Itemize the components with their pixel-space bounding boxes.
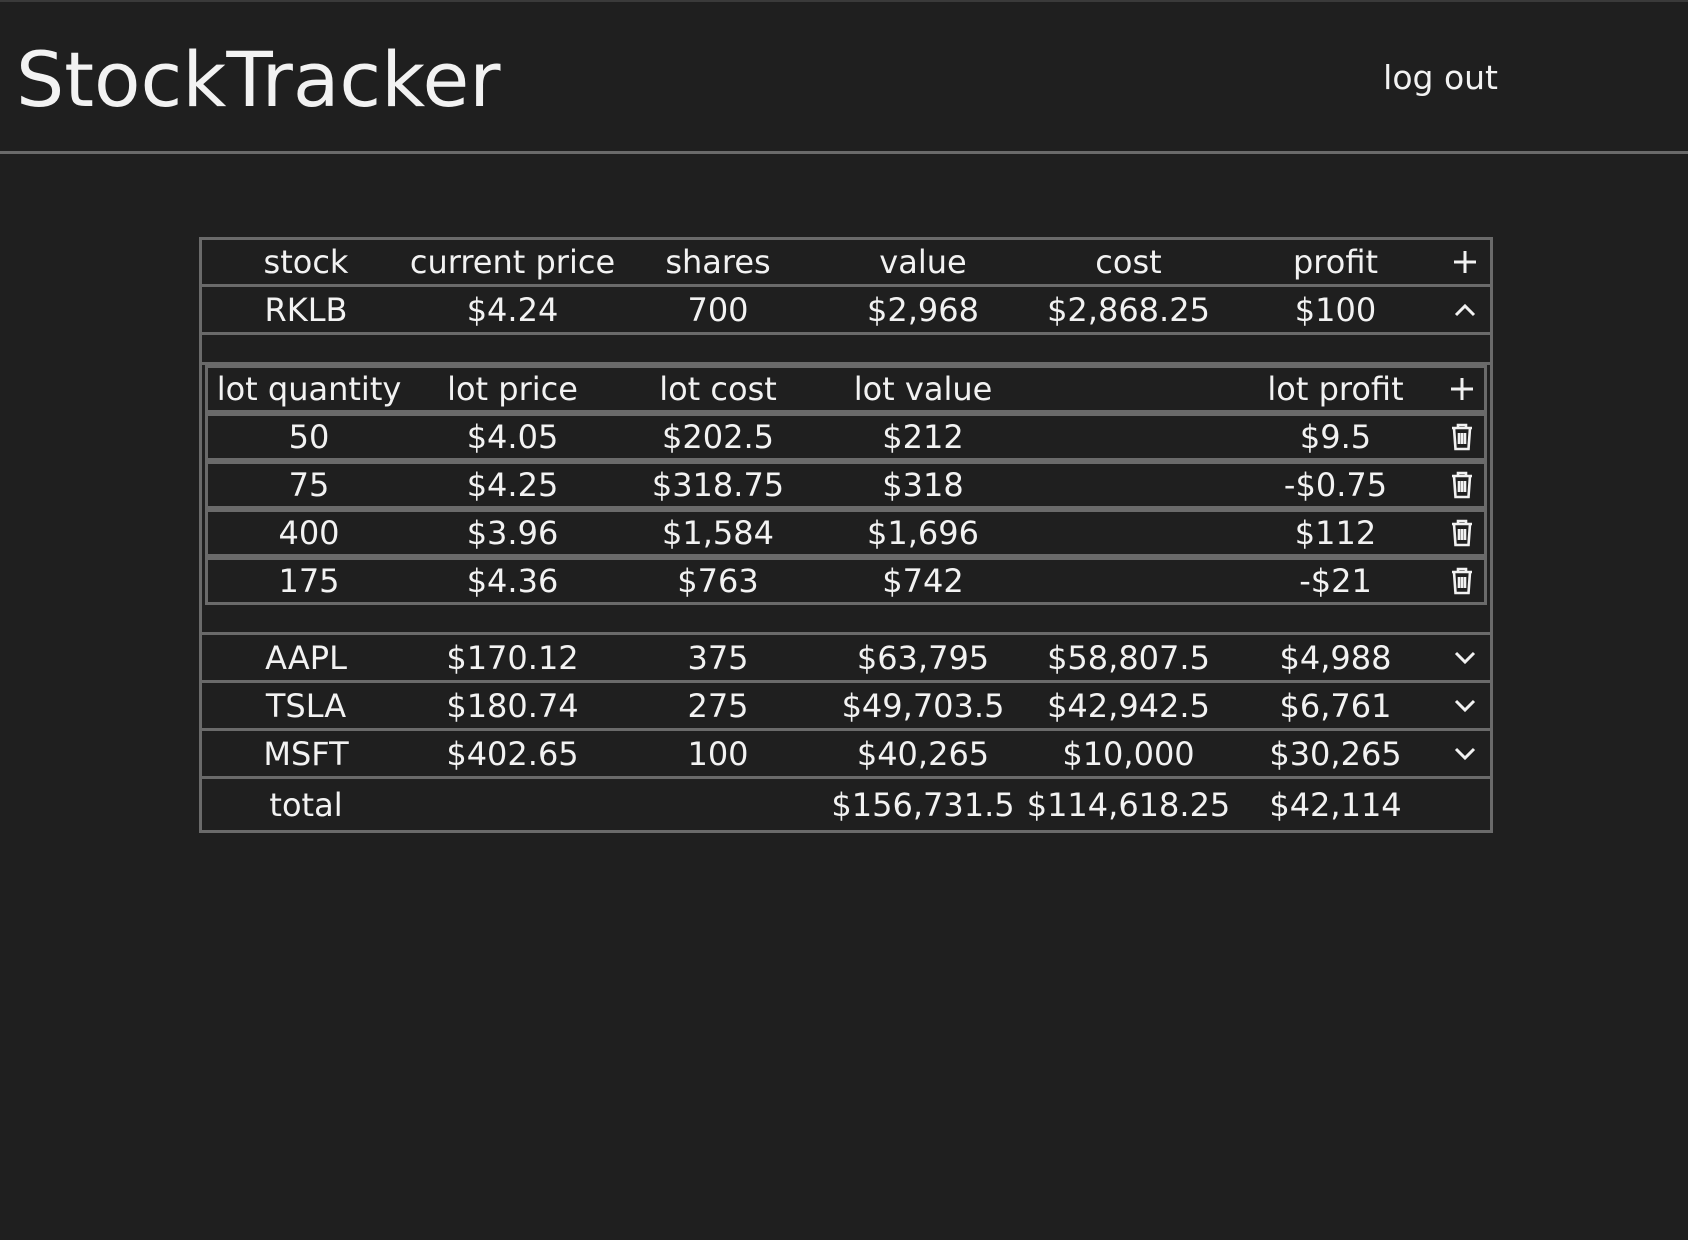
lot-profit: $112 <box>1294 514 1377 552</box>
lot-row: 175 $4.36 $763 $742 -$21 <box>205 557 1487 605</box>
plus-icon[interactable] <box>1439 368 1484 410</box>
plus-icon[interactable] <box>1439 240 1490 284</box>
stock-symbol: TSLA <box>265 686 347 725</box>
header-stock: stock <box>263 243 349 281</box>
lot-profit: $9.5 <box>1299 418 1372 456</box>
stock-price: $4.24 <box>466 290 559 329</box>
lot-value: $1,696 <box>867 514 979 552</box>
lot-value: $212 <box>882 418 964 456</box>
lots-header-price: lot price <box>447 370 578 408</box>
lot-value: $318 <box>882 466 964 504</box>
header-cost: cost <box>1095 243 1162 281</box>
stock-cost: $58,807.5 <box>1047 638 1210 677</box>
table-header-row: stock current price shares value cost pr… <box>202 240 1490 287</box>
lots-header-value: lot value <box>853 370 993 408</box>
stock-cost: $42,942.5 <box>1047 686 1210 725</box>
stock-row-tsla[interactable]: TSLA $180.74 275 $49,703.5 $42,942.5 $6,… <box>202 683 1490 731</box>
lot-value: $742 <box>882 562 964 600</box>
stock-row-rklb[interactable]: RKLB $4.24 700 $2,968 $2,868.25 $100 <box>202 287 1490 335</box>
lots-header-profit: lot profit <box>1267 370 1404 408</box>
lot-cost: $202.5 <box>662 418 774 456</box>
lot-row: 400 $3.96 $1,584 $1,696 $112 <box>205 509 1487 557</box>
stock-row-aapl[interactable]: AAPL $170.12 375 $63,795 $58,807.5 $4,98… <box>202 635 1490 683</box>
expanded-spacer-top <box>202 335 1490 365</box>
stock-profit: $30,265 <box>1269 734 1402 773</box>
lot-price: $4.36 <box>466 562 559 600</box>
stock-cost: $10,000 <box>1062 734 1195 773</box>
stock-value: $2,968 <box>867 290 979 329</box>
stock-symbol: RKLB <box>264 290 348 329</box>
lots-header-row: lot quantity lot price lot cost lot valu… <box>205 365 1487 413</box>
header-profit: profit <box>1292 243 1379 281</box>
lot-cost: $318.75 <box>651 466 785 504</box>
lot-quantity: 175 <box>278 562 340 600</box>
stock-price: $170.12 <box>446 638 579 677</box>
stock-value: $40,265 <box>856 734 990 773</box>
trash-icon[interactable] <box>1439 560 1484 602</box>
stock-value: $49,703.5 <box>841 686 1005 725</box>
lot-row: 75 $4.25 $318.75 $318 -$0.75 <box>205 461 1487 509</box>
lot-price: $3.96 <box>466 514 559 552</box>
trash-icon[interactable] <box>1439 464 1484 506</box>
app-header: StockTracker log out <box>0 2 1688 154</box>
lot-profit: -$21 <box>1299 562 1372 600</box>
lot-cost: $763 <box>677 562 759 600</box>
total-profit: $42,114 <box>1269 785 1402 824</box>
lot-price: $4.05 <box>466 418 559 456</box>
stock-shares: 700 <box>687 290 749 329</box>
stock-profit: $4,988 <box>1279 638 1392 677</box>
chevron-down-icon[interactable] <box>1439 635 1490 680</box>
lot-quantity: 50 <box>288 418 330 456</box>
portfolio-table: stock current price shares value cost pr… <box>199 237 1493 833</box>
total-row: total $156,731.5 $114,618.25 $42,114 <box>202 779 1490 830</box>
lot-price: $4.25 <box>466 466 559 504</box>
trash-icon[interactable] <box>1439 416 1484 458</box>
stock-profit: $6,761 <box>1279 686 1392 725</box>
logout-link[interactable]: log out <box>1383 58 1498 98</box>
lot-cost: $1,584 <box>662 514 774 552</box>
lots-header-cost: lot cost <box>659 370 777 408</box>
total-label: total <box>269 785 343 824</box>
stock-price: $402.65 <box>446 734 579 773</box>
expanded-spacer-bottom <box>202 605 1490 635</box>
lots-header-quantity: lot quantity <box>216 370 402 408</box>
app-title: StockTracker <box>16 35 501 124</box>
stock-value: $63,795 <box>856 638 990 677</box>
header-shares: shares <box>665 243 771 281</box>
stock-shares: 375 <box>687 638 749 677</box>
stock-cost: $2,868.25 <box>1047 290 1210 329</box>
chevron-down-icon[interactable] <box>1439 731 1490 776</box>
stock-shares: 275 <box>687 686 749 725</box>
header-current-price: current price <box>409 243 616 281</box>
lot-quantity: 75 <box>288 466 330 504</box>
chevron-up-icon[interactable] <box>1439 287 1490 332</box>
stock-symbol: MSFT <box>263 734 349 773</box>
header-value: value <box>879 243 967 281</box>
total-cost: $114,618.25 <box>1026 785 1231 824</box>
stock-price: $180.74 <box>446 686 579 725</box>
trash-icon[interactable] <box>1439 512 1484 554</box>
stock-shares: 100 <box>687 734 749 773</box>
stock-profit: $100 <box>1294 290 1377 329</box>
total-value: $156,731.5 <box>831 785 1015 824</box>
chevron-down-icon[interactable] <box>1439 683 1490 728</box>
lot-quantity: 400 <box>278 514 340 552</box>
lot-profit: -$0.75 <box>1283 466 1388 504</box>
lot-row: 50 $4.05 $202.5 $212 $9.5 <box>205 413 1487 461</box>
stock-symbol: AAPL <box>265 638 347 677</box>
stock-row-msft[interactable]: MSFT $402.65 100 $40,265 $10,000 $30,265 <box>202 731 1490 779</box>
